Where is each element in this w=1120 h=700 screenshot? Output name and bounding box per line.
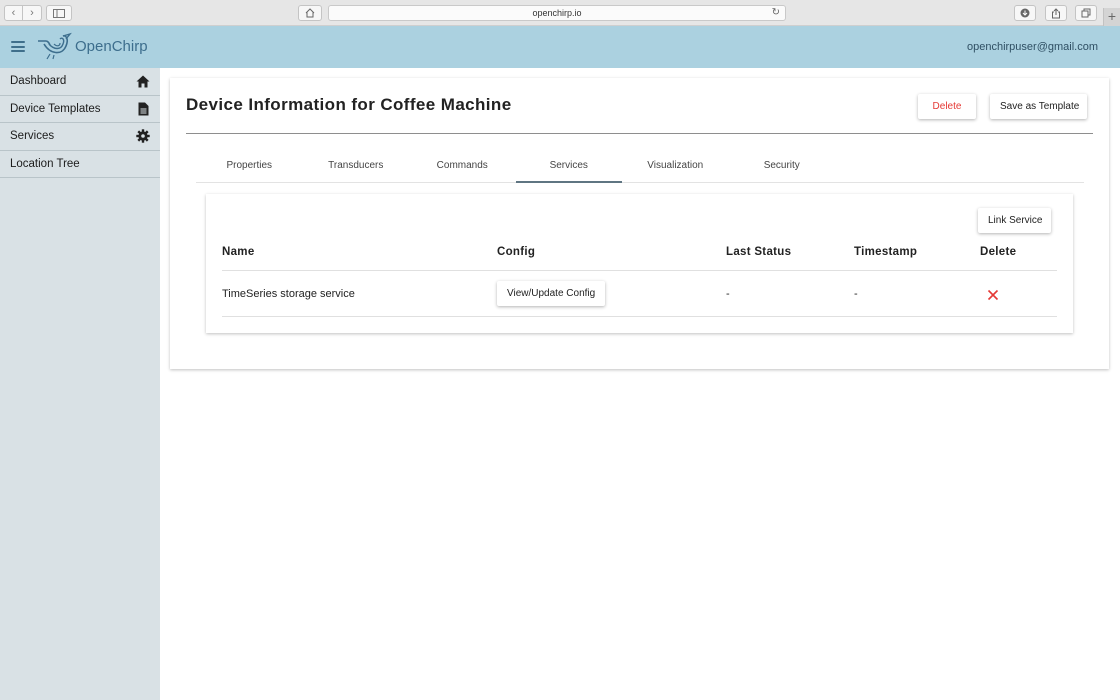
sidebar-icon: [53, 8, 65, 18]
reload-icon[interactable]: ↻: [772, 6, 780, 20]
tab-visualization[interactable]: Visualization: [622, 151, 729, 182]
gear-icon: [136, 129, 150, 143]
sidebar-item-device-templates[interactable]: Device Templates: [0, 96, 160, 123]
new-tab-icon: +: [1107, 8, 1117, 24]
sidebar: Dashboard Device Templates Services Loca…: [0, 68, 160, 700]
user-email[interactable]: openchirpuser@gmail.com: [967, 41, 1098, 53]
download-button[interactable]: [1014, 5, 1036, 21]
back-button[interactable]: ‹: [4, 5, 23, 21]
url-text: openchirp.io: [532, 8, 582, 18]
back-icon: ‹: [11, 7, 16, 19]
title-divider: [186, 133, 1093, 134]
browser-home-button[interactable]: [298, 5, 322, 21]
app-header: OpenChirp openchirpuser@gmail.com: [0, 26, 1120, 68]
app-logo[interactable]: OpenChirp: [36, 32, 148, 60]
document-icon: [136, 102, 150, 116]
column-header-last-status: Last Status: [726, 246, 792, 258]
column-header-name: Name: [222, 246, 255, 258]
tabs-button[interactable]: [1075, 5, 1097, 21]
forward-button[interactable]: ›: [23, 5, 42, 21]
home-icon: [136, 74, 150, 88]
app-name: OpenChirp: [75, 37, 148, 55]
link-service-button[interactable]: Link Service: [978, 208, 1051, 233]
services-panel: Link Service Name Config Last Status Tim…: [206, 194, 1073, 333]
column-header-config: Config: [497, 246, 536, 258]
bird-logo-icon: [38, 32, 72, 60]
timestamp: -: [854, 288, 858, 300]
device-info-card: Device Information for Coffee Machine De…: [170, 78, 1109, 369]
new-tab-button[interactable]: +: [1103, 8, 1120, 26]
download-icon: [1020, 8, 1030, 18]
sidebar-item-location-tree[interactable]: Location Tree: [0, 151, 160, 178]
tabs-icon: [1081, 8, 1091, 18]
browser-toolbar: ‹ › openchirp.io ↻ +: [0, 0, 1120, 26]
tab-security[interactable]: Security: [729, 151, 836, 182]
column-header-timestamp: Timestamp: [854, 246, 918, 258]
row-divider: [222, 316, 1057, 317]
tab-properties[interactable]: Properties: [196, 151, 303, 182]
sidebar-item-label: Services: [10, 130, 55, 143]
tab-commands[interactable]: Commands: [409, 151, 516, 182]
view-update-config-button[interactable]: View/Update Config: [497, 281, 605, 306]
close-icon[interactable]: [987, 288, 999, 301]
save-as-template-button[interactable]: Save as Template: [990, 94, 1087, 119]
sidebar-item-label: Location Tree: [10, 157, 80, 170]
header-divider: [222, 270, 1057, 271]
url-bar[interactable]: openchirp.io ↻: [328, 5, 786, 21]
device-tabs: Properties Transducers Commands Services…: [196, 151, 1084, 183]
sidebar-item-dashboard[interactable]: Dashboard: [0, 68, 160, 96]
forward-icon: ›: [30, 7, 34, 19]
sidebar-toggle-button[interactable]: [46, 5, 72, 21]
home-icon: [305, 8, 315, 18]
tab-transducers[interactable]: Transducers: [303, 151, 410, 182]
sidebar-item-services[interactable]: Services: [0, 123, 160, 151]
sidebar-item-label: Device Templates: [10, 102, 101, 115]
share-button[interactable]: [1045, 5, 1067, 21]
hamburger-menu-icon[interactable]: [11, 41, 25, 52]
column-header-delete: Delete: [980, 246, 1017, 258]
nav-buttons: ‹ ›: [4, 5, 42, 21]
share-icon: [1052, 7, 1060, 18]
service-name: TimeSeries storage service: [222, 288, 355, 300]
page-title: Device Information for Coffee Machine: [186, 95, 512, 114]
sidebar-item-label: Dashboard: [10, 75, 67, 88]
last-status: -: [726, 288, 730, 300]
tab-services[interactable]: Services: [515, 151, 623, 183]
delete-device-button[interactable]: Delete: [918, 94, 976, 119]
